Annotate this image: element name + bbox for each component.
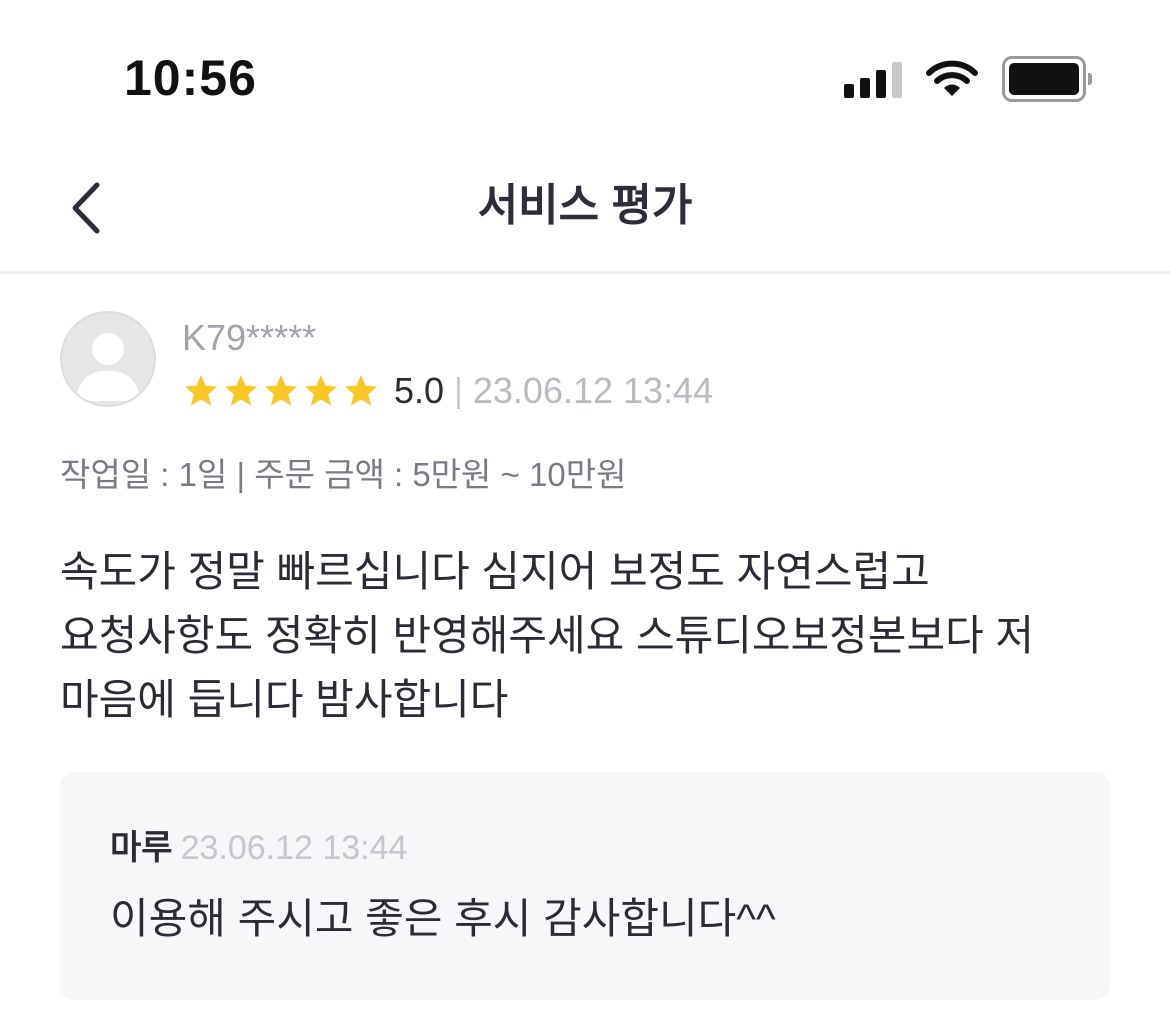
order-meta: 작업일 : 1일 | 주문 금액 : 5만원 ~ 10만원 — [60, 456, 627, 493]
signal-icon — [844, 60, 902, 98]
page-title: 서비스 평가 — [477, 181, 693, 230]
reply-header: 마루 23.06.12 13:44 — [110, 826, 407, 870]
star-icon — [344, 374, 378, 406]
status-icons — [844, 56, 1092, 102]
rating-separator: | — [454, 371, 463, 410]
header-divider — [0, 271, 1170, 274]
reply-date: 23.06.12 13:44 — [180, 829, 408, 867]
avatar — [60, 311, 156, 407]
wifi-icon — [926, 60, 978, 98]
review-date: 23.06.12 13:44 — [472, 370, 714, 411]
rating-row: 5.0 | 23.06.12 13:44 — [182, 368, 713, 414]
star-icon — [264, 374, 298, 406]
battery-icon — [1002, 56, 1092, 102]
reply-text: 이용해 주시고 좋은 후시 감사합니다^^ — [110, 895, 776, 942]
star-rating — [182, 372, 380, 410]
reply-author: 마루 — [110, 829, 173, 867]
review-username: K79***** — [182, 317, 317, 358]
star-icon — [304, 374, 338, 406]
star-icon — [224, 374, 258, 406]
star-icon — [184, 374, 218, 406]
rating-score: 5.0 — [394, 370, 445, 411]
avatar-placeholder-icon — [76, 333, 140, 401]
review-text: 속도가 정말 빠르십니다 심지어 보정도 자연스럽고 요청사항도 정확히 반영해… — [60, 548, 1035, 723]
seller-reply: 마루 23.06.12 13:44 이용해 주시고 좋은 후시 감사합니다^^ — [60, 772, 1110, 1000]
status-time: 10:56 — [124, 50, 257, 106]
